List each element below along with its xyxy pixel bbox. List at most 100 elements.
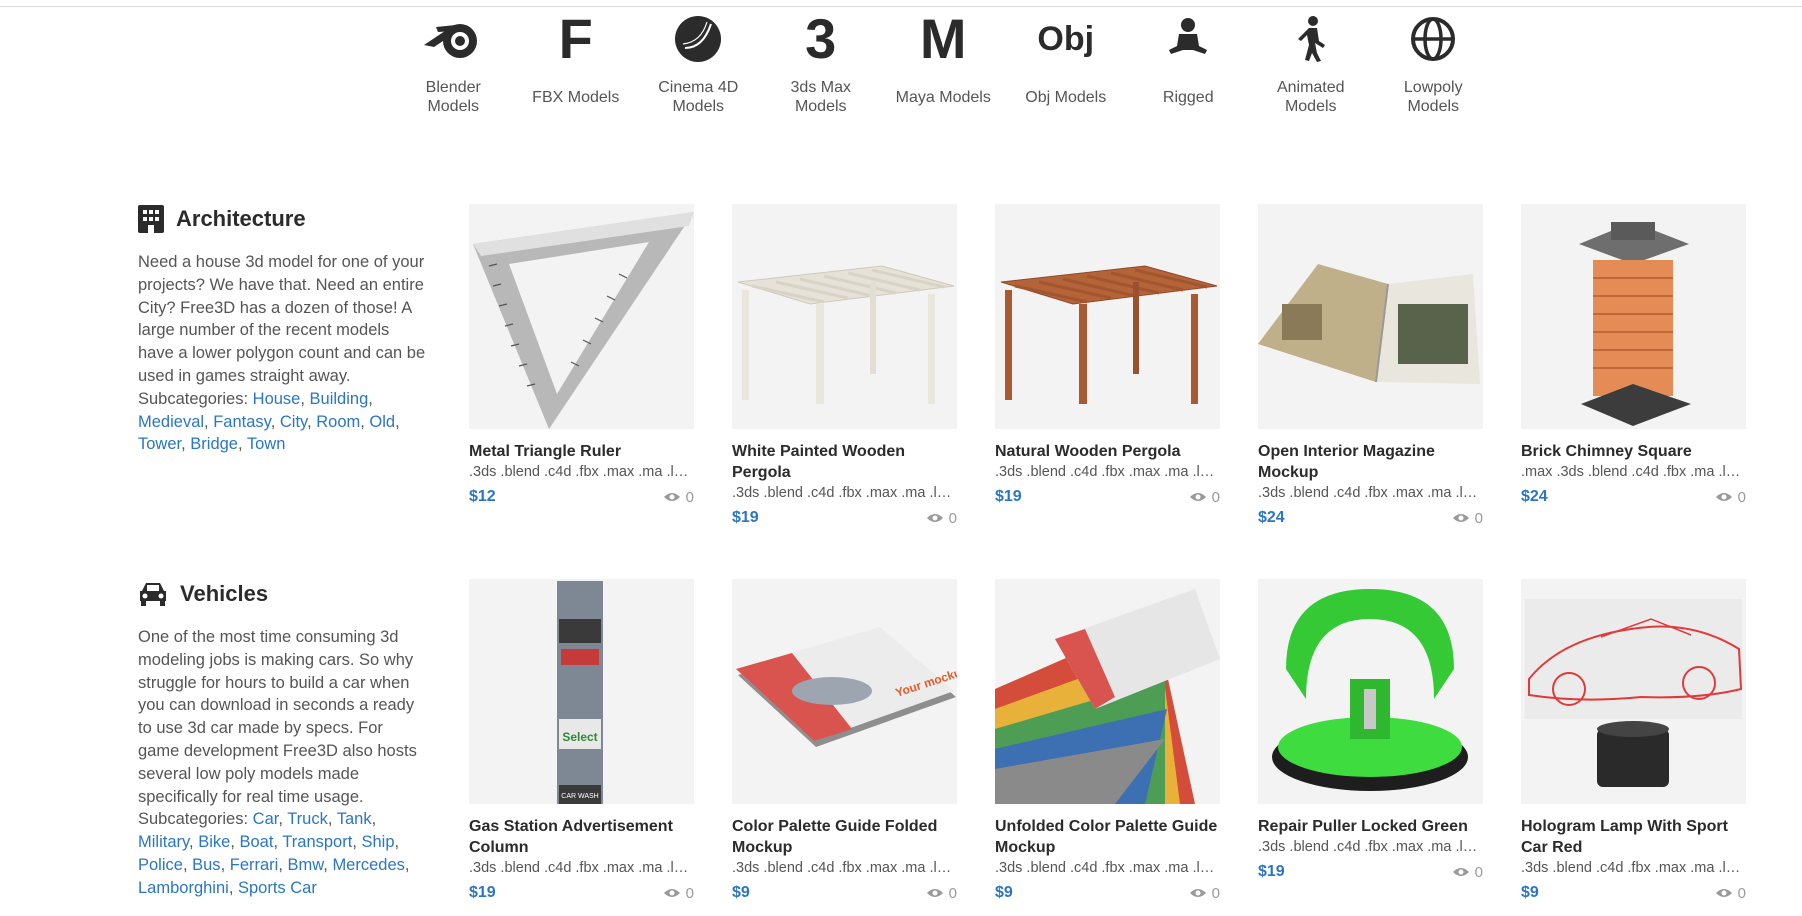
category-info: Architecture Need a house 3d model for o… bbox=[138, 204, 428, 456]
view-count: 0 bbox=[663, 489, 694, 506]
eye-icon bbox=[1452, 868, 1469, 876]
model-formats: .3ds .blend .c4d .fbx .max .ma .lxo .obj bbox=[995, 464, 1220, 480]
model-card[interactable]: Metal Triangle Ruler .3ds .blend .c4d .f… bbox=[469, 204, 694, 527]
model-thumbnail[interactable] bbox=[1521, 204, 1746, 429]
subcategory-link[interactable]: Bmw bbox=[288, 856, 324, 874]
model-card[interactable]: Your mockup Color Palette Guide Folded M… bbox=[732, 579, 957, 902]
category-description: Need a house 3d model for one of your pr… bbox=[138, 253, 426, 454]
model-thumbnail[interactable]: Select CAR WASH bbox=[469, 579, 694, 804]
model-price: $19 bbox=[995, 488, 1022, 505]
model-price: $24 bbox=[1521, 488, 1548, 505]
fbx-icon: F bbox=[558, 7, 593, 70]
model-formats: .3ds .blend .c4d .fbx .max .ma .lxo .obj bbox=[732, 860, 957, 876]
model-title[interactable]: Color Palette Guide Folded Mockup bbox=[732, 816, 957, 858]
subcategory-link[interactable]: Police bbox=[138, 856, 183, 874]
subcategory-link[interactable]: House bbox=[253, 390, 301, 408]
format-cinema4d[interactable]: Cinema 4D Models bbox=[637, 8, 760, 116]
model-formats: .3ds .blend .c4d .fbx .max .ma .lxo .obj bbox=[1521, 860, 1746, 876]
model-thumbnail[interactable]: Your mockup bbox=[732, 579, 957, 804]
model-formats: .3ds .blend .c4d .fbx .max .ma .lxo .obj bbox=[995, 860, 1220, 876]
subcategory-link[interactable]: Sports Car bbox=[238, 879, 317, 897]
building-icon bbox=[138, 205, 164, 233]
subcategory-link[interactable]: Tower bbox=[138, 435, 181, 453]
model-title[interactable]: Unfolded Color Palette Guide Mockup bbox=[995, 816, 1220, 858]
model-thumbnail[interactable] bbox=[995, 579, 1220, 804]
eye-icon bbox=[663, 493, 680, 501]
model-price: $9 bbox=[995, 884, 1013, 901]
3dsmax-icon: 3 bbox=[805, 7, 837, 70]
model-formats: .3ds .blend .c4d .fbx .max .ma .lxo .obj bbox=[732, 485, 957, 501]
model-title[interactable]: Brick Chimney Square bbox=[1521, 441, 1746, 462]
model-thumbnail[interactable] bbox=[1521, 579, 1746, 804]
format-animated[interactable]: Animated Models bbox=[1250, 8, 1373, 116]
subcategory-link[interactable]: Room bbox=[316, 413, 360, 431]
format-lowpoly[interactable]: Lowpoly Models bbox=[1372, 8, 1495, 116]
format-obj[interactable]: Obj Obj Models bbox=[1005, 8, 1128, 116]
format-label: Blender Models bbox=[425, 79, 481, 115]
format-3dsmax[interactable]: 3 3ds Max Models bbox=[760, 8, 883, 116]
view-count: 0 bbox=[1189, 885, 1220, 902]
subcategory-link[interactable]: Transport bbox=[282, 833, 352, 851]
subcategory-link[interactable]: Bike bbox=[198, 833, 230, 851]
subcategory-link[interactable]: Truck bbox=[287, 810, 328, 828]
category-title: Architecture bbox=[176, 206, 306, 231]
rigged-icon bbox=[1165, 8, 1211, 70]
obj-icon: Obj bbox=[1037, 19, 1095, 58]
model-price: $9 bbox=[1521, 884, 1539, 901]
subcategory-link[interactable]: Bridge bbox=[190, 435, 238, 453]
model-card[interactable]: Repair Puller Locked Green .3ds .blend .… bbox=[1258, 579, 1483, 902]
subcategory-link[interactable]: Fantasy bbox=[213, 413, 270, 431]
eye-icon bbox=[1189, 889, 1206, 897]
model-thumbnail[interactable] bbox=[1258, 579, 1483, 804]
format-rigged[interactable]: Rigged bbox=[1127, 8, 1250, 116]
model-grid: Select CAR WASH Gas Station Advertisemen… bbox=[469, 579, 1784, 902]
subcategory-link[interactable]: Tank bbox=[337, 810, 372, 828]
model-thumbnail[interactable] bbox=[469, 204, 694, 429]
model-thumbnail[interactable] bbox=[732, 204, 957, 429]
format-label: Lowpoly Models bbox=[1403, 79, 1463, 115]
model-card[interactable]: Natural Wooden Pergola .3ds .blend .c4d … bbox=[995, 204, 1220, 527]
model-title[interactable]: Open Interior Magazine Mockup bbox=[1258, 441, 1483, 483]
model-formats: .3ds .blend .c4d .fbx .max .ma .lxo .obj bbox=[469, 464, 694, 480]
subcategory-link[interactable]: Old bbox=[369, 413, 395, 431]
view-count: 0 bbox=[1715, 489, 1746, 506]
model-card[interactable]: Select CAR WASH Gas Station Advertisemen… bbox=[469, 579, 694, 902]
subcategory-link[interactable]: Boat bbox=[239, 833, 273, 851]
model-title[interactable]: Gas Station Advertisement Column bbox=[469, 816, 694, 858]
subcategory-link[interactable]: Bus bbox=[192, 856, 220, 874]
model-title[interactable]: Metal Triangle Ruler bbox=[469, 441, 694, 462]
subcategory-link[interactable]: Military bbox=[138, 833, 189, 851]
model-card[interactable]: Unfolded Color Palette Guide Mockup .3ds… bbox=[995, 579, 1220, 902]
subcategory-link[interactable]: Lamborghini bbox=[138, 879, 229, 897]
subcategory-link[interactable]: City bbox=[280, 413, 307, 431]
subcategory-link[interactable]: Ferrari bbox=[230, 856, 279, 874]
format-blender[interactable]: Blender Models bbox=[392, 8, 515, 116]
format-fbx[interactable]: F FBX Models bbox=[515, 8, 638, 116]
format-label: Maya Models bbox=[895, 88, 991, 106]
category-description: One of the most time consuming 3d modeli… bbox=[138, 628, 417, 897]
model-card[interactable]: White Painted Wooden Pergola .3ds .blend… bbox=[732, 204, 957, 527]
model-title[interactable]: Repair Puller Locked Green bbox=[1258, 816, 1483, 837]
eye-icon bbox=[1452, 514, 1469, 522]
model-grid: Metal Triangle Ruler .3ds .blend .c4d .f… bbox=[469, 204, 1784, 527]
model-card[interactable]: Hologram Lamp With Sport Car Red .3ds .b… bbox=[1521, 579, 1746, 902]
subcategory-link[interactable]: Ship bbox=[361, 833, 394, 851]
format-maya[interactable]: M Maya Models bbox=[882, 8, 1005, 116]
view-count: 0 bbox=[926, 510, 957, 527]
model-thumbnail[interactable] bbox=[1258, 204, 1483, 429]
car-icon bbox=[140, 583, 166, 606]
view-count: 0 bbox=[1452, 510, 1483, 527]
model-thumbnail[interactable] bbox=[995, 204, 1220, 429]
subcategory-link[interactable]: Car bbox=[253, 810, 279, 828]
animated-walker-icon bbox=[1291, 8, 1331, 70]
model-title[interactable]: Natural Wooden Pergola bbox=[995, 441, 1220, 462]
subcategory-link[interactable]: Town bbox=[247, 435, 286, 453]
subcategory-link[interactable]: Building bbox=[310, 390, 369, 408]
model-price: $19 bbox=[732, 509, 759, 526]
subcategory-link[interactable]: Medieval bbox=[138, 413, 204, 431]
subcategory-link[interactable]: Mercedes bbox=[332, 856, 404, 874]
model-title[interactable]: Hologram Lamp With Sport Car Red bbox=[1521, 816, 1746, 858]
model-card[interactable]: Open Interior Magazine Mockup .3ds .blen… bbox=[1258, 204, 1483, 527]
model-card[interactable]: Brick Chimney Square .max .3ds .blend .c… bbox=[1521, 204, 1746, 527]
model-title[interactable]: White Painted Wooden Pergola bbox=[732, 441, 957, 483]
